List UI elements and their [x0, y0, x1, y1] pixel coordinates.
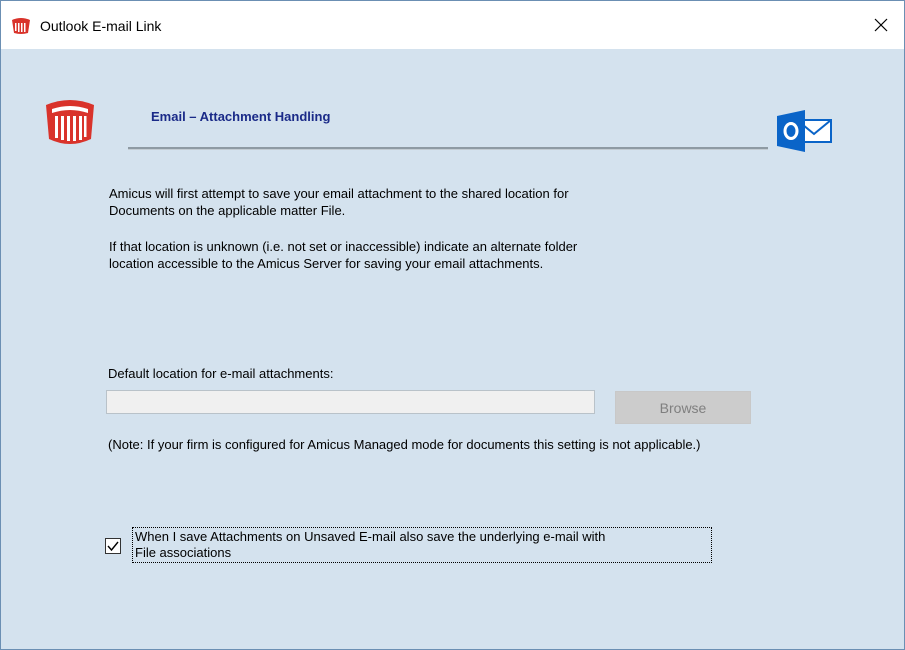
- close-button[interactable]: [858, 1, 904, 49]
- fallback-line-2: location accessible to the Amicus Server…: [109, 256, 544, 271]
- save-underlying-email-label[interactable]: When I save Attachments on Unsaved E-mai…: [132, 527, 712, 563]
- browse-button[interactable]: Browse: [615, 391, 751, 424]
- window-title: Outlook E-mail Link: [40, 18, 162, 34]
- option-label-line-2: File associations: [135, 545, 232, 560]
- managed-mode-note: (Note: If your firm is configured for Am…: [108, 437, 701, 452]
- intro-line-2: Documents on the applicable matter File.: [109, 203, 346, 218]
- fallback-paragraph: If that location is unknown (i.e. not se…: [109, 238, 809, 272]
- header-divider: [128, 147, 768, 150]
- outlook-icon: [777, 110, 832, 152]
- fallback-line-1: If that location is unknown (i.e. not se…: [109, 239, 578, 254]
- title-bar[interactable]: Outlook E-mail Link: [1, 1, 904, 49]
- attachment-location-label: Default location for e-mail attachments:: [108, 366, 334, 381]
- save-underlying-email-checkbox[interactable]: [105, 538, 121, 554]
- close-icon: [874, 18, 888, 32]
- checkmark-icon: [107, 541, 119, 552]
- intro-paragraph: Amicus will first attempt to save your e…: [109, 185, 809, 219]
- attachment-location-input[interactable]: [106, 390, 595, 414]
- amicus-app-icon: [12, 18, 30, 34]
- section-title: Email – Attachment Handling: [151, 109, 331, 124]
- option-label-line-1: When I save Attachments on Unsaved E-mai…: [135, 529, 606, 544]
- intro-line-1: Amicus will first attempt to save your e…: [109, 186, 569, 201]
- amicus-logo-icon: [46, 100, 94, 144]
